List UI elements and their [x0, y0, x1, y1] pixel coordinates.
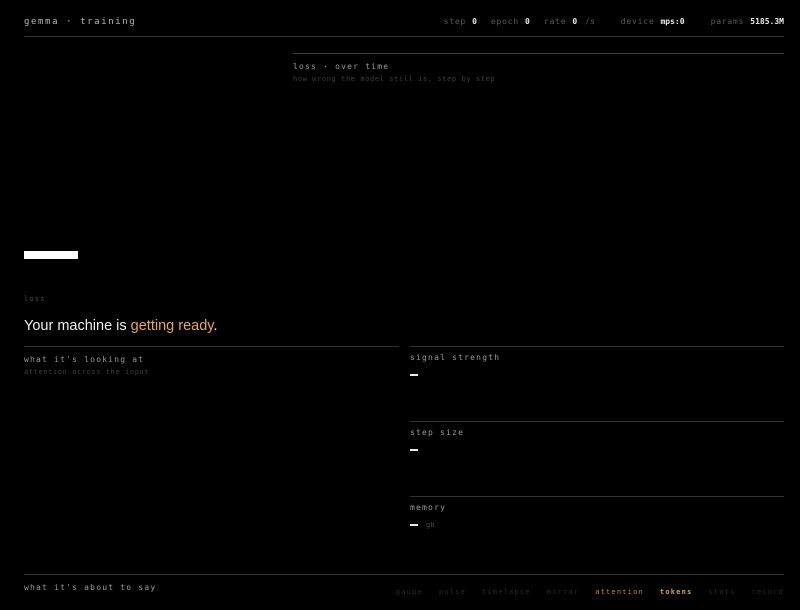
signal-strength-value: [410, 374, 418, 376]
tab-timelapse[interactable]: timelapse: [482, 588, 531, 596]
stat-label: step: [443, 17, 467, 26]
stat-step: step 0: [444, 17, 477, 26]
signal-strength-title: signal strength: [410, 353, 501, 362]
attention-panel: what it's looking at attention across th…: [24, 346, 399, 572]
step-size-title: step size: [410, 428, 465, 437]
tab-pulse[interactable]: pulse: [439, 588, 466, 596]
footer-bar: what it's about to say gauge pulse timel…: [24, 574, 784, 605]
attention-panel-title: what it's looking at: [24, 355, 145, 364]
tab-gauge[interactable]: gauge: [396, 588, 423, 596]
signal-strength-value-row: [410, 370, 784, 380]
loss-chart-panel: loss · over time how wrong the model sti…: [293, 53, 784, 154]
status-highlight: getting ready: [130, 318, 214, 334]
attention-panel-subtitle: attention across the input: [24, 368, 150, 376]
loss-indicator-bar: [24, 251, 78, 259]
stat-epoch: epoch 0: [491, 17, 530, 26]
view-tabs: gauge pulse timelapse mirror attention t…: [396, 588, 784, 596]
memory-unit: gb: [426, 521, 435, 529]
loss-chart-subtitle: how wrong the model still is, step by st…: [293, 75, 496, 83]
tab-mirror[interactable]: mirror: [547, 588, 580, 596]
stat-value: mps:0: [660, 17, 685, 26]
stat-rate: rate 0/s: [544, 17, 595, 26]
stat-label: params: [710, 17, 745, 26]
signal-strength-panel: signal strength: [410, 346, 784, 421]
stats-bar: step 0 epoch 0 rate 0/s device mps:0 params 5…: [444, 17, 784, 26]
footer-title: what it's about to say: [24, 583, 157, 592]
stat-unit: /s: [585, 17, 595, 26]
header-bar: gemma · training step 0 epoch 0 rate 0/s de…: [24, 14, 784, 37]
stat-value: 0: [572, 17, 578, 26]
stat-device: device mps:0: [621, 17, 685, 26]
memory-title: memory: [410, 503, 447, 512]
stat-label: rate: [543, 17, 567, 26]
stat-label: epoch: [490, 17, 520, 26]
stat-params: params 5185.3M: [711, 17, 784, 26]
stat-label: device: [620, 17, 655, 26]
memory-panel: memory gb: [410, 496, 784, 571]
loss-label: loss: [24, 295, 46, 303]
stat-value: 0: [525, 17, 530, 26]
memory-value: [410, 524, 418, 526]
status-suffix: .: [213, 318, 218, 334]
tab-stats[interactable]: stats: [708, 588, 735, 596]
status-prefix: Your machine is: [24, 318, 131, 334]
stat-value: 0: [472, 17, 477, 26]
loss-chart-title: loss · over time: [293, 62, 390, 71]
app-title: gemma · training: [24, 17, 137, 27]
step-size-panel: step size: [410, 421, 784, 496]
tab-attention[interactable]: attention: [595, 588, 644, 596]
step-size-value-row: [410, 445, 784, 455]
stat-value: 5185.3M: [750, 17, 784, 26]
step-size-value: [410, 449, 418, 451]
status-message: Your machine is getting ready.: [24, 318, 217, 334]
tab-tokens[interactable]: tokens: [660, 588, 693, 596]
tab-record[interactable]: record: [752, 588, 785, 596]
memory-value-row: gb: [410, 520, 784, 530]
